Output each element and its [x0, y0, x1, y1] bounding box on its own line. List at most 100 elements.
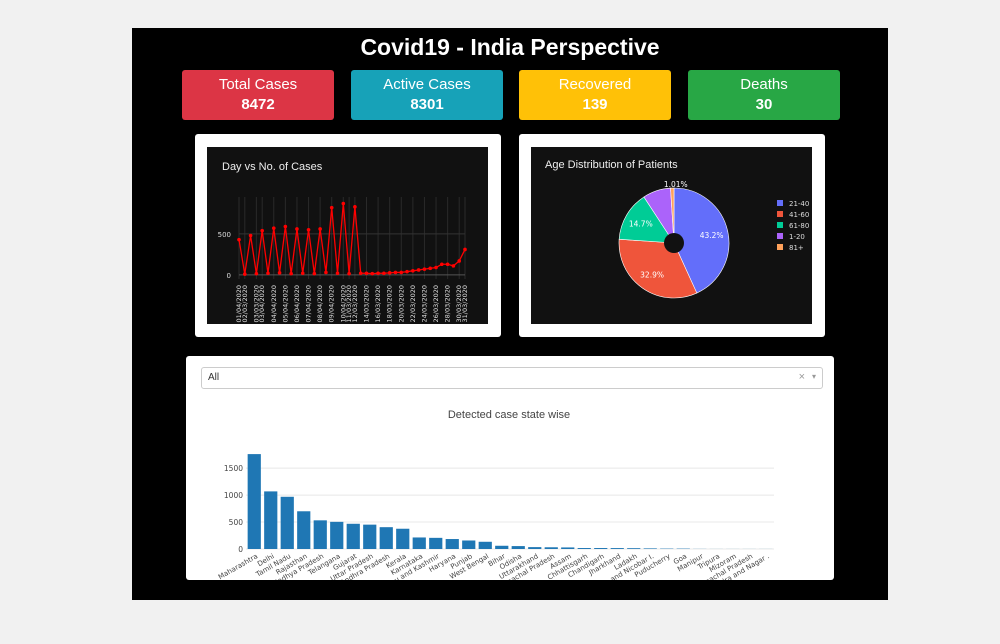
- x-tick-label: 24/03/2020: [420, 285, 428, 322]
- bar-Jharkhand: [610, 548, 624, 549]
- age-chart-area: Age Distribution of Patients 43.2% 32.9% 1…: [531, 147, 812, 324]
- x-tick-label: Maharashtra: [217, 552, 259, 580]
- bar-Gujarat: [346, 523, 360, 549]
- active-cases-card: Active Cases 8301: [351, 70, 503, 120]
- bar-Ladakh: [627, 548, 641, 549]
- dashboard-board: Covid19 - India Perspective Total Cases …: [132, 28, 888, 600]
- cases-point: [312, 271, 317, 276]
- cases-point: [254, 271, 259, 276]
- x-tick-label: 03/04/2020: [258, 285, 266, 322]
- cases-point: [242, 272, 247, 276]
- cases-point: [277, 271, 282, 275]
- cases-point: [445, 262, 450, 267]
- y-tick-label: 1500: [224, 464, 243, 473]
- cases-point: [434, 265, 438, 270]
- cases-point: [237, 237, 241, 242]
- cases-point: [266, 271, 270, 276]
- bar-Chhattisgarh: [577, 548, 591, 549]
- cases-point: [393, 270, 398, 275]
- cases-point: [422, 267, 427, 271]
- day-chart-svg: 050001/04/202002/03/2020 03/03/202003/04/…: [218, 197, 469, 322]
- x-tick-label: 02/03/2020: [241, 285, 249, 322]
- page-title: Covid19 - India Perspective: [360, 34, 660, 60]
- x-tick-label: 28/03/2020: [444, 285, 452, 322]
- x-tick-label: 18/03/2020: [386, 285, 394, 322]
- x-tick-label: 20/03/2020: [397, 285, 405, 322]
- y-tick-label: 0: [238, 545, 243, 554]
- cases-point: [324, 270, 328, 275]
- bar-Rajasthan: [297, 511, 311, 549]
- bar-Andhra Pradesh: [379, 527, 393, 549]
- cases-point: [295, 227, 299, 231]
- cases-point: [300, 271, 305, 276]
- bar-West Bengal: [478, 541, 492, 549]
- x-tick-label: 16/03/2020: [374, 285, 382, 322]
- cases-line: [238, 203, 466, 275]
- legend-swatch: [777, 211, 783, 217]
- cases-point: [353, 205, 357, 209]
- bar-Uttar Pradesh: [363, 524, 377, 549]
- cases-point: [457, 259, 462, 263]
- pie-slice-label: 43.2%: [700, 231, 724, 240]
- legend-label: 81+: [789, 244, 804, 252]
- x-tick-label: 12/03/2020: [351, 285, 359, 322]
- pie-slice-label: 32.9%: [640, 271, 664, 280]
- total-cases-card: Total Cases 8472: [182, 70, 334, 120]
- cases-point: [382, 271, 386, 276]
- total-cases-value: 8472: [241, 96, 275, 113]
- x-tick-label: 07/04/2020: [305, 285, 313, 322]
- legend-swatch: [777, 244, 783, 250]
- bar-Haryana: [445, 539, 459, 549]
- cases-point: [451, 264, 456, 268]
- legend-label: 61-80: [789, 222, 809, 230]
- y-tick-label: 0: [227, 272, 231, 280]
- cases-point: [329, 205, 334, 210]
- bar-Telangana: [330, 521, 344, 549]
- legend-label: 1-20: [789, 233, 805, 241]
- cases-point: [341, 201, 346, 206]
- cases-point: [411, 269, 415, 273]
- cases-point: [260, 228, 264, 233]
- cases-point: [370, 271, 375, 276]
- cases-point: [283, 224, 288, 229]
- bar-Uttarakhand: [528, 547, 542, 549]
- x-tick-label: 31/03/2020: [461, 285, 469, 322]
- active-cases-label: Active Cases: [383, 76, 471, 93]
- day-chart-panel: Day vs No. of Cases 0 500 01/04/2020 02/03/…: [195, 134, 501, 337]
- cases-point: [335, 271, 340, 276]
- x-tick-label: 22/03/2020: [409, 285, 417, 322]
- cases-point: [376, 271, 380, 276]
- deaths-label: Deaths: [740, 76, 788, 93]
- legend-swatch: [777, 233, 783, 239]
- bar-Delhi: [264, 491, 278, 549]
- recovered-value: 139: [582, 96, 608, 113]
- x-tick-label: 26/03/2020: [432, 285, 440, 322]
- bar-Kerala: [396, 528, 410, 549]
- legend-swatch: [777, 200, 783, 206]
- pie-hole: [664, 233, 684, 253]
- cases-point: [416, 268, 421, 272]
- cases-point: [318, 227, 322, 231]
- recovered-card: Recovered 139: [519, 70, 671, 120]
- deaths-card: Deaths 30: [688, 70, 840, 120]
- cases-point: [440, 262, 444, 267]
- legend-label: 41-60: [789, 211, 809, 219]
- bar-Karnataka: [412, 537, 426, 549]
- recovered-label: Recovered: [558, 76, 632, 93]
- bar-Andaman and Nicobar I.: [643, 548, 657, 549]
- age-chart-panel: Age Distribution of Patients 43.2% 32.9% 1…: [519, 134, 825, 337]
- bar-Tamil Nadu: [280, 496, 294, 549]
- cases-point: [248, 233, 253, 238]
- y-tick-label: 500: [218, 231, 231, 239]
- x-tick-label: 09/04/2020: [328, 285, 336, 322]
- state-chart-panel: All × ▾ Detected case state wise 0 500 100…: [186, 356, 834, 580]
- cases-point: [347, 271, 351, 276]
- cases-point: [289, 271, 293, 276]
- bar-Himachal Pradesh: [544, 547, 558, 549]
- legend-label: 21-40: [789, 200, 809, 208]
- state-chart-svg: 050010001500MaharashtraDelhiTamil NaduRa…: [217, 454, 774, 580]
- cases-point: [428, 266, 433, 271]
- y-tick-label: 500: [229, 518, 244, 527]
- x-tick-label: 08/04/2020: [316, 285, 324, 322]
- bar-Bihar: [495, 545, 509, 549]
